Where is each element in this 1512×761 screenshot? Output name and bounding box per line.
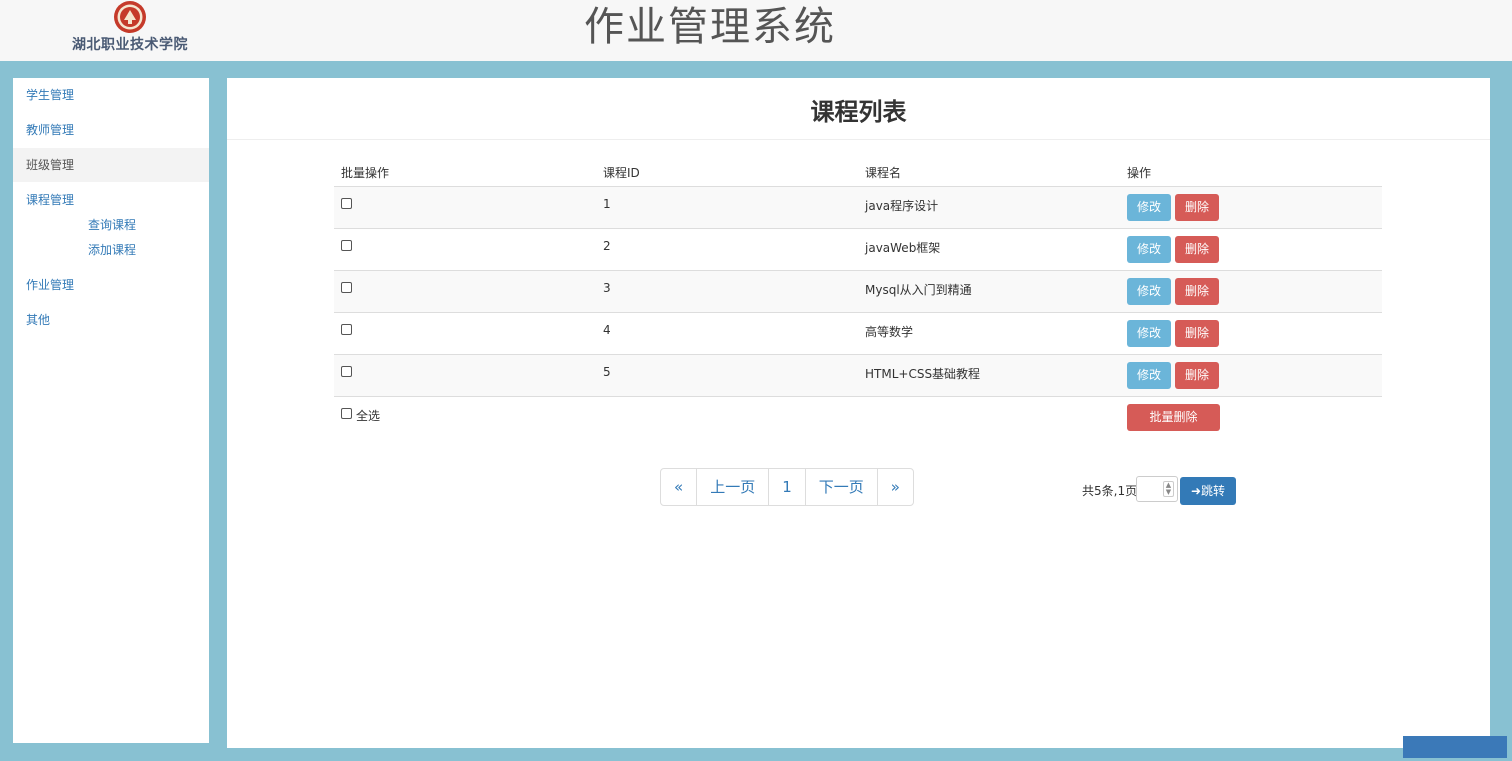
course-id: 2 [603,239,611,253]
course-id: 4 [603,323,611,337]
sidebar-item-classes[interactable]: 班级管理 [13,148,209,182]
course-name: HTML+CSS基础教程 [865,367,981,381]
jump-button[interactable]: ➜跳转 [1180,477,1236,505]
page-last-button[interactable]: » [878,469,913,505]
header-batch: 批量操作 [341,166,390,180]
delete-button[interactable]: 删除 [1175,236,1219,263]
sidebar-item-teachers[interactable]: 教师管理 [13,113,209,147]
table-row: 3 Mysql从入门到精通 修改 删除 [334,271,1382,313]
page-next-button[interactable]: 下一页 [806,469,878,505]
course-name: 高等数学 [865,325,914,339]
edit-button[interactable]: 修改 [1127,362,1171,389]
header-course-name: 课程名 [865,166,902,180]
edit-button[interactable]: 修改 [1127,194,1171,221]
sidebar-item-students[interactable]: 学生管理 [13,78,209,112]
sidebar-item-other[interactable]: 其他 [13,303,209,337]
course-id: 3 [603,281,611,295]
submenu-add-course[interactable]: 添加课程 [88,241,136,258]
header-course-id: 课程ID [603,166,640,180]
school-name: 湖北职业技术学院 [72,37,188,53]
row-checkbox[interactable] [341,282,352,293]
page-number-input[interactable]: ▲ ▼ [1136,476,1178,502]
page-prev-button[interactable]: 上一页 [697,469,770,505]
select-all-label[interactable]: 全选 [356,407,380,424]
table-row: 4 高等数学 修改 删除 [334,313,1382,355]
course-name: java程序设计 [865,199,939,213]
sidebar-item-homework[interactable]: 作业管理 [13,268,209,302]
delete-button[interactable]: 删除 [1175,194,1219,221]
table-row: 1 java程序设计 修改 删除 [334,187,1382,229]
spinner-icon[interactable]: ▲ ▼ [1163,481,1174,497]
course-submenu: 查询课程 添加课程 [13,216,209,266]
app-title: 作业管理系统 [584,4,836,50]
row-checkbox[interactable] [341,366,352,377]
delete-button[interactable]: 删除 [1175,320,1219,347]
sidebar-item-courses[interactable]: 课程管理 [13,183,209,217]
record-count: 共5条,1页 [1082,484,1138,498]
row-checkbox[interactable] [341,198,352,209]
batch-delete-button[interactable]: 批量删除 [1127,404,1220,431]
sidebar: 学生管理 教师管理 班级管理 课程管理 查询课程 添加课程 作业管理 其他 [13,78,209,743]
submenu-query-courses[interactable]: 查询课程 [88,216,136,233]
notice-banner [1403,736,1507,758]
main-panel: 课程列表 批量操作 课程ID 课程名 操作 1 java程序设计 修改 删除 2… [227,78,1490,748]
table-header: 批量操作 课程ID 课程名 操作 [334,158,1382,187]
select-all-checkbox[interactable] [341,408,352,419]
row-checkbox[interactable] [341,324,352,335]
page-current[interactable]: 1 [769,469,806,505]
delete-button[interactable]: 删除 [1175,362,1219,389]
course-table: 批量操作 课程ID 课程名 操作 1 java程序设计 修改 删除 2 java… [334,158,1382,441]
page-first-button[interactable]: « [661,469,698,505]
school-logo-icon [114,1,146,33]
course-name: javaWeb框架 [865,241,941,255]
table-row: 2 javaWeb框架 修改 删除 [334,229,1382,271]
course-name: Mysql从入门到精通 [865,283,972,297]
course-id: 5 [603,365,611,379]
table-footer: 全选 批量删除 [334,397,1382,441]
title-divider [227,139,1490,140]
table-row: 5 HTML+CSS基础教程 修改 删除 [334,355,1382,397]
delete-button[interactable]: 删除 [1175,278,1219,305]
edit-button[interactable]: 修改 [1127,320,1171,347]
pagination: « 上一页 1 下一页 » [660,468,914,506]
edit-button[interactable]: 修改 [1127,236,1171,263]
row-checkbox[interactable] [341,240,352,251]
course-id: 1 [603,197,611,211]
header-actions: 操作 [1127,166,1152,180]
edit-button[interactable]: 修改 [1127,278,1171,305]
page-title: 课程列表 [810,98,907,126]
header: 湖北职业技术学院 作业管理系统 [0,0,1512,61]
